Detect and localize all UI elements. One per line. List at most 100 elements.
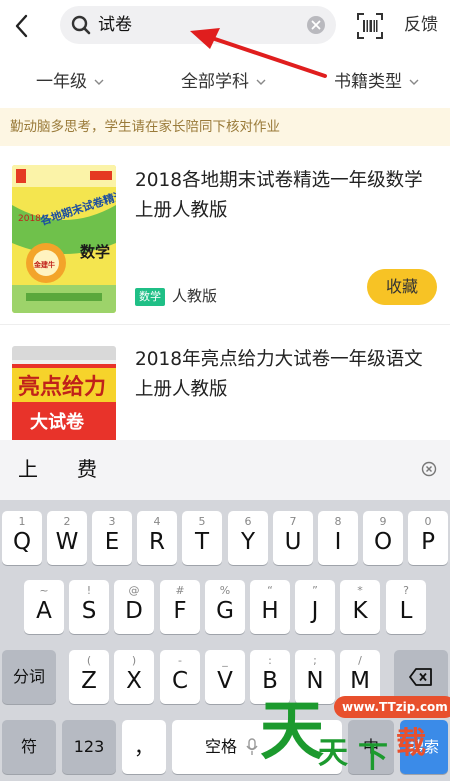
filter-book-type[interactable]: 书籍类型 <box>334 70 420 94</box>
notice-banner: 勤动脑多思考，学生请在家长陪同下核对作业 <box>0 108 450 146</box>
scan-button[interactable] <box>355 11 385 41</box>
key-r[interactable]: 4R <box>137 511 177 565</box>
symbol-key-label: 符 <box>20 737 37 756</box>
key-alt: ( <box>86 654 92 667</box>
key-p[interactable]: 0P <box>408 511 448 565</box>
filter-grade[interactable]: 一年级 <box>36 70 105 94</box>
book-cover-art: 亮点给力 大试卷 <box>12 346 116 440</box>
key-alt: ~ <box>39 584 49 597</box>
key-char: Q <box>12 529 32 555</box>
candidate-bar: 上 费 <box>0 440 450 500</box>
key-alt: 3 <box>108 515 116 528</box>
key-alt: _ <box>222 654 228 667</box>
key-char: O <box>373 529 393 555</box>
list-item[interactable]: 亮点给力 大试卷 2018年亮点给力大试卷一年级语文上册人教版 <box>0 325 450 440</box>
key-k[interactable]: * K <box>340 580 380 634</box>
key-d[interactable]: @ D <box>114 580 154 634</box>
fenci-key[interactable]: 分词 <box>2 650 56 704</box>
key-alt: ! <box>86 584 92 597</box>
feedback-button[interactable]: 反馈 <box>404 13 438 37</box>
candidate-word[interactable]: 上 <box>18 456 38 482</box>
cover-subject-text: 数学 <box>80 243 110 261</box>
candidate-word[interactable]: 费 <box>77 456 97 482</box>
book-cover[interactable]: 亮点给力 大试卷 <box>12 346 116 440</box>
key-g[interactable]: % G <box>205 580 245 634</box>
key-char: S <box>81 598 97 624</box>
key-c[interactable]: -C <box>160 650 200 704</box>
key-char: H <box>261 598 279 624</box>
magnifier-icon <box>71 15 91 35</box>
key-alt: / <box>358 654 362 667</box>
key-h[interactable]: “H <box>250 580 290 634</box>
key-alt: ; <box>313 654 317 667</box>
key-e[interactable]: 3E <box>92 511 132 565</box>
book-title[interactable]: 2018各地期末试卷精选一年级数学上册人教版 <box>135 166 435 226</box>
cover-brand-text: 亮点给力 <box>18 374 106 400</box>
chevron-down-icon <box>94 79 104 85</box>
filter-grade-label: 一年级 <box>36 72 87 92</box>
key-char: T <box>194 529 210 555</box>
filter-subject[interactable]: 全部学科 <box>181 70 267 94</box>
key-char: W <box>55 529 79 555</box>
comma-key[interactable]: ， <box>122 720 166 774</box>
key-alt: 9 <box>379 515 387 528</box>
key-char: V <box>217 668 233 694</box>
collect-button[interactable]: 收藏 <box>367 269 437 305</box>
number-key[interactable]: 123 <box>62 720 116 774</box>
filter-bar: 一年级 全部学科 书籍类型 <box>0 58 450 108</box>
close-candidates-icon[interactable] <box>421 461 437 477</box>
key-alt: 2 <box>63 515 71 528</box>
key-i[interactable]: 8I <box>318 511 358 565</box>
key-l[interactable]: ? L <box>386 580 426 634</box>
key-q[interactable]: 1Q <box>2 511 42 565</box>
key-char: U <box>284 529 302 555</box>
key-char: P <box>421 529 435 555</box>
key-alt: 7 <box>289 515 297 528</box>
key-alt: 8 <box>334 515 342 528</box>
key-char: F <box>173 598 187 624</box>
filter-book-type-label: 书籍类型 <box>334 72 402 92</box>
book-title[interactable]: 2018年亮点给力大试卷一年级语文上册人教版 <box>135 345 435 405</box>
key-z[interactable]: (Z <box>69 650 109 704</box>
space-key-label: 空格 <box>205 737 238 756</box>
chevron-down-icon <box>256 79 266 85</box>
key-o[interactable]: 9O <box>363 511 403 565</box>
symbol-key[interactable]: 符 <box>2 720 56 774</box>
key-char: L <box>399 598 413 624</box>
key-y[interactable]: 6Y <box>228 511 268 565</box>
book-cover[interactable]: 2018 各地期末试卷精选 数学 金建牛 <box>12 165 116 313</box>
key-alt: # <box>175 584 185 597</box>
key-alt: 6 <box>244 515 252 528</box>
watermark-char: 下 <box>358 740 388 775</box>
key-char: J <box>311 598 319 624</box>
key-alt: * <box>357 584 363 597</box>
key-a[interactable]: ~ A <box>24 580 64 634</box>
key-x[interactable]: ) X <box>114 650 154 704</box>
key-f[interactable]: # F <box>160 580 200 634</box>
key-char: I <box>334 529 342 555</box>
list-item[interactable]: 2018 各地期末试卷精选 数学 金建牛 2018各地期末试卷精选一年级数学上册… <box>0 146 450 324</box>
key-char: Z <box>81 668 97 694</box>
back-button[interactable] <box>6 8 40 44</box>
key-v[interactable]: _ V <box>205 650 245 704</box>
key-t[interactable]: 5T <box>182 511 222 565</box>
key-char: A <box>36 598 52 624</box>
key-alt: ? <box>403 584 409 597</box>
subject-tag: 数学 <box>135 288 165 306</box>
watermark-big-char: 天 <box>260 695 324 769</box>
key-alt: ) <box>131 654 137 667</box>
key-j[interactable]: ” J <box>295 580 335 634</box>
key-alt: 5 <box>198 515 206 528</box>
search-query-text[interactable]: 试卷 <box>98 14 132 36</box>
key-char: K <box>352 598 368 624</box>
key-alt: ” <box>312 584 318 597</box>
key-w[interactable]: 2W <box>47 511 87 565</box>
key-u[interactable]: 7U <box>273 511 313 565</box>
comma-key-label: ， <box>134 735 154 759</box>
key-alt: 4 <box>153 515 161 528</box>
barcode-scan-icon <box>357 13 383 39</box>
fenci-key-label: 分词 <box>12 667 45 686</box>
key-s[interactable]: ! S <box>69 580 109 634</box>
backspace-icon <box>409 668 432 686</box>
key-alt: @ <box>128 584 140 597</box>
